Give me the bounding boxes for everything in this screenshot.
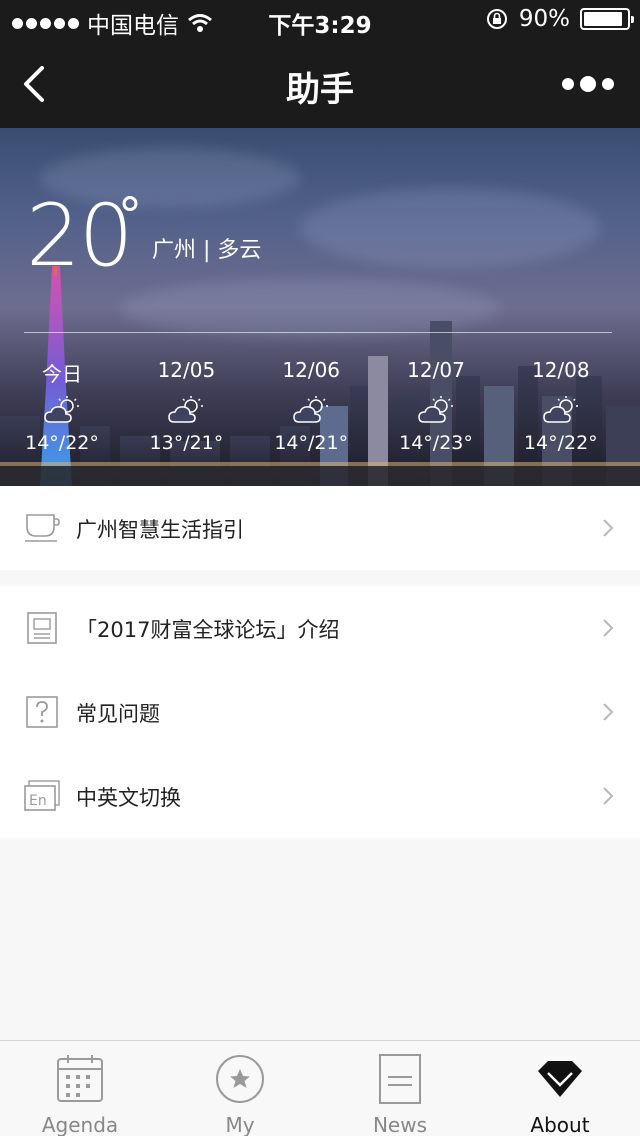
battery-percent: 90% — [518, 6, 570, 32]
city-condition: 广州 | 多云 — [152, 238, 262, 263]
page-title: 助手 — [286, 70, 354, 110]
diamond-icon — [538, 1061, 582, 1097]
degree-symbol: ° — [118, 188, 142, 244]
chevron-right-icon — [603, 703, 614, 721]
partly-cloudy-icon — [498, 388, 623, 432]
forecast-date: 今日 — [42, 362, 82, 386]
forecast-date: 12/08 — [531, 358, 590, 382]
status-bar: 中国电信 下午3:29 90% — [0, 0, 640, 40]
forecast-day: 12/07 14°/23° — [374, 358, 499, 454]
tab-label: About — [530, 1113, 590, 1136]
more-dots-icon[interactable] — [562, 76, 614, 92]
forecast-range: 14°/22° — [25, 432, 99, 454]
menu-item-language[interactable]: En 中英文切换 — [0, 754, 640, 838]
forecast-date: 12/07 — [407, 358, 465, 382]
svg-text:En: En — [29, 793, 47, 809]
info-section: 「2017财富全球论坛」介绍 常见问题 En 中英文切换 — [0, 586, 640, 838]
news-icon — [379, 1054, 421, 1104]
nav-bar: 助手 — [0, 40, 640, 128]
tab-bar: Agenda My News About — [0, 1040, 640, 1136]
menu-item-forum-intro[interactable]: 「2017财富全球论坛」介绍 — [0, 586, 640, 670]
language-icon: En — [24, 780, 60, 811]
tab-about[interactable]: About — [480, 1041, 640, 1136]
calendar-icon — [57, 1055, 103, 1102]
chevron-right-icon — [603, 787, 614, 805]
cup-icon — [25, 514, 60, 542]
document-icon — [27, 612, 57, 644]
menu-item-label: 「2017财富全球论坛」介绍 — [76, 618, 340, 642]
partly-cloudy-icon — [374, 388, 499, 432]
tab-agenda[interactable]: Agenda — [0, 1041, 160, 1136]
battery-icon — [580, 8, 634, 30]
rotation-lock-icon — [486, 9, 507, 29]
forecast-range: 14°/23° — [399, 432, 473, 454]
partly-cloudy-icon — [249, 388, 374, 432]
tab-my[interactable]: My — [160, 1041, 320, 1136]
tab-label: News — [372, 1113, 428, 1136]
star-icon — [216, 1055, 264, 1103]
forecast-date: 12/06 — [282, 358, 341, 382]
forecast-day: 12/08 14°/22° — [498, 358, 623, 454]
menu-item-label: 中英文切换 — [76, 786, 181, 810]
menu-item-faq[interactable]: 常见问题 — [0, 670, 640, 754]
guide-section: 广州智慧生活指引 — [0, 486, 640, 570]
chevron-right-icon — [603, 619, 614, 637]
current-temperature: 20 — [26, 186, 133, 286]
tab-label: Agenda — [41, 1113, 119, 1136]
forecast-day: 今日 14°/22° — [0, 358, 124, 454]
forecast-range: 13°/21° — [149, 432, 224, 454]
weather-banner: 20 ° 广州 | 多云 今日 14°/22° 12/05 13°/21° 12… — [0, 128, 640, 486]
status-right: 90% — [485, 6, 634, 32]
divider — [24, 332, 612, 333]
menu-item-guide[interactable]: 广州智慧生活指引 — [0, 486, 640, 570]
question-icon — [26, 696, 58, 728]
forecast-day: 12/05 13°/21° — [124, 358, 249, 454]
menu-item-label: 常见问题 — [76, 702, 160, 726]
forecast-range: 14°/22° — [523, 432, 598, 454]
chevron-right-icon — [603, 519, 614, 537]
tab-label: My — [225, 1113, 255, 1136]
menu-item-label: 广州智慧生活指引 — [76, 518, 244, 542]
forecast-row: 今日 14°/22° 12/05 13°/21° 12/06 14°/21° 1… — [0, 358, 640, 454]
partly-cloudy-icon — [0, 388, 124, 432]
forecast-date: 12/05 — [157, 358, 216, 382]
tab-news[interactable]: News — [320, 1041, 480, 1136]
forecast-range: 14°/21° — [274, 432, 349, 454]
partly-cloudy-icon — [124, 388, 249, 432]
forecast-day: 12/06 14°/21° — [249, 358, 374, 454]
